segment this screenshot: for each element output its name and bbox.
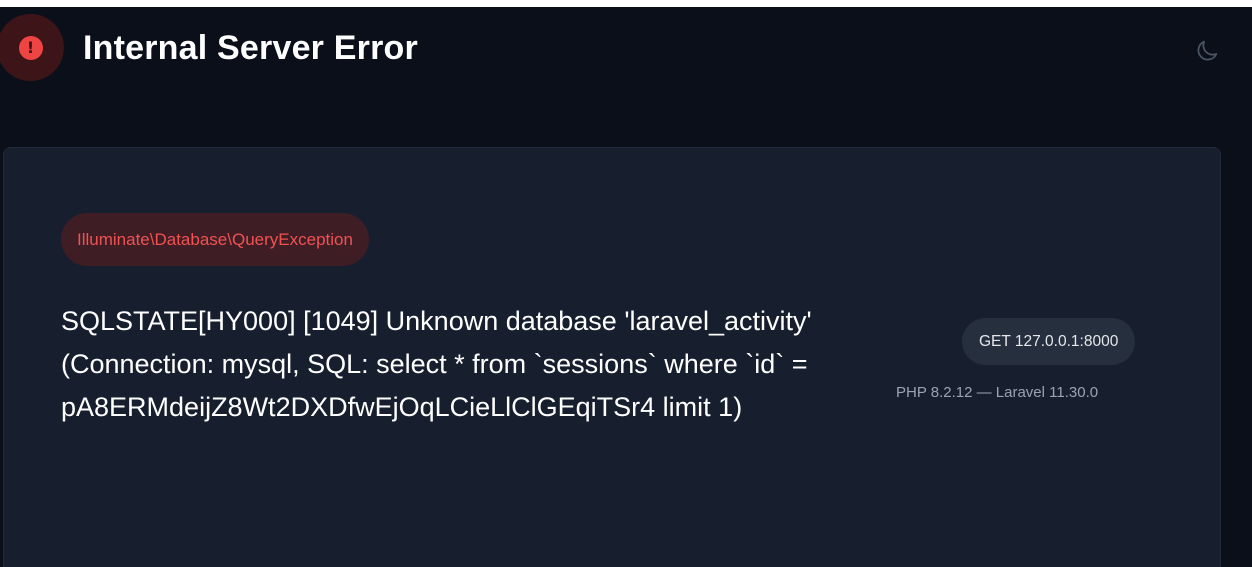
error-icon: ! xyxy=(18,35,43,60)
error-badge: ! xyxy=(0,14,64,81)
page-header: ! Internal Server Error xyxy=(0,7,1252,102)
page-title: Internal Server Error xyxy=(83,29,418,67)
exception-card: Illuminate\Database\QueryException SQLST… xyxy=(3,147,1221,567)
exception-class-badge: Illuminate\Database\QueryException xyxy=(61,213,369,266)
moon-icon xyxy=(1197,40,1218,61)
theme-toggle-button[interactable] xyxy=(1193,37,1221,65)
exception-message: SQLSTATE[HY000] [1049] Unknown database … xyxy=(61,306,812,422)
error-page: ! Internal Server Error Illuminate\Datab… xyxy=(0,7,1252,567)
request-badge: GET 127.0.0.1:8000 xyxy=(962,318,1136,365)
version-info: PHP 8.2.12 — Laravel 11.30.0 xyxy=(896,384,1099,401)
